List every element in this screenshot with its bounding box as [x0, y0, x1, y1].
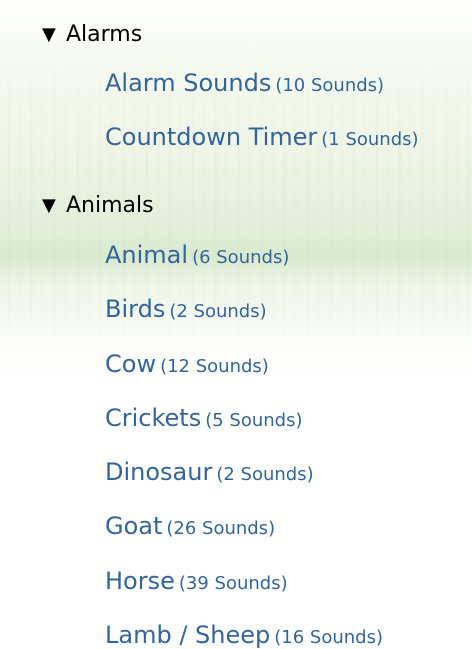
- sound-link-horse[interactable]: Horse (39 Sounds): [105, 569, 288, 593]
- category-alarms[interactable]: ▼ Alarms: [42, 24, 142, 46]
- sound-count: (39 Sounds): [178, 573, 288, 594]
- sound-count: (5 Sounds): [205, 410, 303, 431]
- sound-count: (10 Sounds): [275, 75, 385, 96]
- sound-link-name[interactable]: Birds: [105, 295, 165, 323]
- triangle-down-icon[interactable]: ▼: [42, 197, 66, 215]
- category-label: Animals: [66, 193, 154, 218]
- sound-link-crickets[interactable]: Crickets (5 Sounds): [105, 406, 303, 430]
- sound-link-goat[interactable]: Goat (26 Sounds): [105, 514, 275, 538]
- sound-count: (16 Sounds): [274, 627, 383, 648]
- category-animals[interactable]: ▼ Animals: [42, 195, 154, 217]
- sound-link-name[interactable]: Lamb / Sheep: [105, 621, 270, 649]
- sound-count: (26 Sounds): [166, 518, 276, 539]
- sound-count: (12 Sounds): [160, 356, 269, 377]
- sound-link-name[interactable]: Horse: [105, 567, 175, 595]
- sound-count: (1 Sounds): [321, 129, 419, 150]
- sound-link-animal[interactable]: Animal (6 Sounds): [105, 243, 289, 267]
- sound-link-alarm-sounds[interactable]: Alarm Sounds (10 Sounds): [105, 71, 384, 95]
- category-label: Alarms: [66, 22, 143, 47]
- sound-link-name[interactable]: Goat: [105, 512, 162, 540]
- sound-link-countdown-timer[interactable]: Countdown Timer (1 Sounds): [105, 125, 419, 149]
- sound-link-birds[interactable]: Birds (2 Sounds): [105, 297, 267, 321]
- sound-link-name[interactable]: Countdown Timer: [105, 123, 317, 151]
- sound-link-name[interactable]: Alarm Sounds: [105, 69, 271, 97]
- sound-link-name[interactable]: Crickets: [105, 404, 201, 432]
- sound-link-dinosaur[interactable]: Dinosaur (2 Sounds): [105, 460, 314, 484]
- sound-link-cow[interactable]: Cow (12 Sounds): [105, 352, 269, 376]
- sound-link-name[interactable]: Animal: [105, 241, 188, 269]
- sound-count: (2 Sounds): [216, 464, 314, 485]
- sound-link-name[interactable]: Cow: [105, 350, 156, 378]
- sound-count: (2 Sounds): [169, 301, 267, 322]
- sound-link-lamb-sheep[interactable]: Lamb / Sheep (16 Sounds): [105, 623, 383, 647]
- triangle-down-icon[interactable]: ▼: [42, 26, 66, 44]
- sound-link-name[interactable]: Dinosaur: [105, 458, 212, 486]
- sound-count: (6 Sounds): [192, 247, 290, 268]
